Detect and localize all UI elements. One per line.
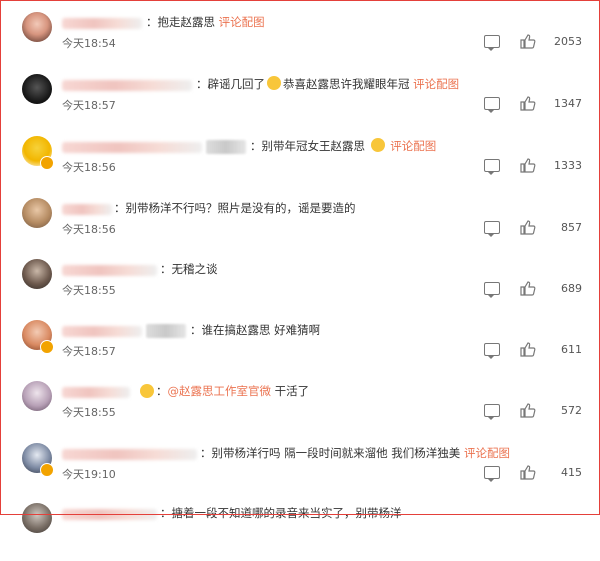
username-blurred (62, 449, 197, 460)
comment-image-link[interactable]: 评论配图 (464, 446, 510, 460)
like-count: 857 (561, 221, 582, 234)
comment-text: ：别带杨洋不行吗？照片是没有的，谣是要造的 (114, 201, 356, 215)
comment-text: ：抱走赵露思 评论配图 (146, 15, 265, 29)
comment-text: ：@赵露思工作室官微 干活了 (156, 384, 310, 398)
username-blurred (146, 324, 186, 338)
thumbs-up-icon[interactable] (520, 34, 536, 49)
avatar[interactable] (22, 198, 52, 228)
comment-reply-icon[interactable] (484, 404, 500, 420)
thumbs-up-icon[interactable] (520, 220, 536, 235)
like-count: 611 (561, 343, 582, 356)
username-blurred (62, 387, 130, 398)
username-blurred (62, 18, 142, 29)
comment-reply-icon[interactable] (484, 97, 500, 113)
username-blurred (62, 204, 112, 215)
thumbs-up-icon[interactable] (520, 96, 536, 111)
username-blurred (206, 140, 246, 154)
crown-emoji-icon (140, 384, 154, 398)
timestamp: 今天18:55 (62, 406, 116, 419)
thumbs-up-icon[interactable] (520, 403, 536, 418)
thumbs-up-icon[interactable] (520, 281, 536, 296)
timestamp: 今天18:56 (62, 161, 116, 174)
verified-badge (40, 156, 54, 170)
comment-text: ：辟谣几回了 恭喜赵露思许我耀眼年冠 评论配图 (196, 76, 460, 91)
comment-image-link[interactable]: 评论配图 (387, 139, 436, 153)
comment-text: ：别带年冠女王赵露思 评论配图 (250, 138, 437, 153)
comment-reply-icon[interactable] (484, 35, 500, 51)
comment-item: ：@赵露思工作室官微 干活了 今天18:55 572 (0, 381, 600, 439)
avatar[interactable] (22, 259, 52, 289)
thumbs-up-icon[interactable] (520, 342, 536, 357)
username-blurred (62, 265, 157, 276)
comment-reply-icon[interactable] (484, 466, 500, 482)
comment-reply-icon[interactable] (484, 282, 500, 298)
thumbs-up-icon[interactable] (520, 465, 536, 480)
comment-item: ：抱走赵露思 评论配图 今天18:54 2053 (0, 12, 600, 70)
like-count: 415 (561, 466, 582, 479)
timestamp: 今天18:57 (62, 99, 116, 112)
timestamp: 今天19:10 (62, 468, 116, 481)
comment-reply-icon[interactable] (484, 343, 500, 359)
comment-text: ：无稽之谈 (160, 262, 218, 276)
avatar[interactable] (22, 12, 52, 42)
timestamp: 今天18:54 (62, 37, 116, 50)
username-blurred (62, 80, 192, 91)
timestamp: 今天18:56 (62, 223, 116, 236)
username-blurred (62, 326, 142, 337)
comment-item: ：辟谣几回了 恭喜赵露思许我耀眼年冠 评论配图 今天18:57 1347 (0, 74, 600, 132)
comment-item: ：谁在搞赵露思 好难猜啊 今天18:57 611 (0, 320, 600, 378)
avatar[interactable] (22, 503, 52, 533)
like-count: 689 (561, 282, 582, 295)
comment-text: ：谁在搞赵露思 好难猜啊 (190, 323, 321, 337)
comment-item: ：搪着一段不知道哪的录音来当实了，别带杨洋 (0, 503, 600, 561)
smile-emoji-icon (370, 138, 385, 152)
avatar[interactable] (22, 381, 52, 411)
comment-image-link[interactable]: 评论配图 (413, 77, 459, 91)
timestamp: 今天18:55 (62, 284, 116, 297)
avatar[interactable] (22, 74, 52, 104)
comment-image-link[interactable]: 评论配图 (219, 15, 265, 29)
comment-reply-icon[interactable] (484, 221, 500, 237)
comment-item: ：别带杨洋不行吗？照片是没有的，谣是要造的 今天18:56 857 (0, 198, 600, 256)
comment-reply-icon[interactable] (484, 159, 500, 175)
grin-emoji-icon (267, 76, 281, 90)
thumbs-up-icon[interactable] (520, 158, 536, 173)
comment-item: ：无稽之谈 今天18:55 689 (0, 259, 600, 317)
timestamp: 今天18:57 (62, 345, 116, 358)
comment-list: ：抱走赵露思 评论配图 今天18:54 2053 ：辟谣几回了 恭喜赵露思许我耀眼… (0, 0, 600, 533)
verified-badge (40, 340, 54, 354)
comment-item: ：别带年冠女王赵露思 评论配图 今天18:56 1333 (0, 136, 600, 194)
user-mention-link[interactable]: @赵露思工作室官微 (168, 384, 272, 398)
comment-item: ：别带杨洋行吗 隔一段时间就来溜他 我们杨洋独美 评论配图 今天19:10 41… (0, 443, 600, 501)
like-count: 572 (561, 404, 582, 417)
comment-text: ：搪着一段不知道哪的录音来当实了，别带杨洋 (160, 506, 402, 520)
like-count: 1347 (554, 97, 582, 110)
like-count: 2053 (554, 35, 582, 48)
like-count: 1333 (554, 159, 582, 172)
comment-text: ：别带杨洋行吗 隔一段时间就来溜他 我们杨洋独美 评论配图 (200, 446, 510, 460)
verified-badge (40, 463, 54, 477)
username-blurred (62, 142, 202, 153)
